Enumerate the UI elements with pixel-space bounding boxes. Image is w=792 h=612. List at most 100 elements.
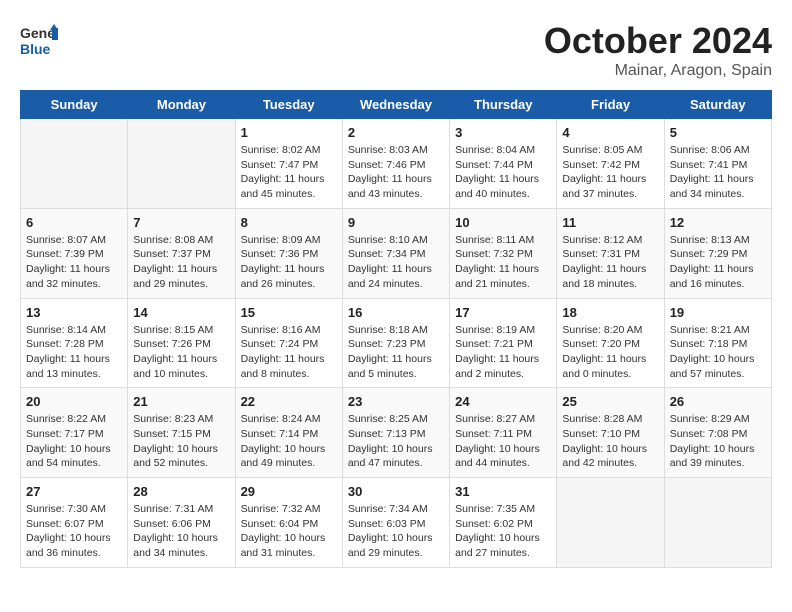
day-info: Sunrise: 8:23 AM Sunset: 7:15 PM Dayligh… <box>133 412 229 471</box>
day-info: Sunrise: 8:03 AM Sunset: 7:46 PM Dayligh… <box>348 143 444 202</box>
calendar-cell: 24 Sunrise: 8:27 AM Sunset: 7:11 PM Dayl… <box>450 388 557 478</box>
calendar-cell: 12 Sunrise: 8:13 AM Sunset: 7:29 PM Dayl… <box>664 208 771 298</box>
day-number: 14 <box>133 305 229 320</box>
day-info: Sunrise: 8:10 AM Sunset: 7:34 PM Dayligh… <box>348 233 444 292</box>
day-number: 18 <box>562 305 658 320</box>
day-info: Sunrise: 7:35 AM Sunset: 6:02 PM Dayligh… <box>455 502 551 561</box>
day-number: 1 <box>241 125 337 140</box>
day-number: 19 <box>670 305 766 320</box>
calendar-cell: 2 Sunrise: 8:03 AM Sunset: 7:46 PM Dayli… <box>342 119 449 209</box>
day-number: 24 <box>455 394 551 409</box>
calendar-cell: 23 Sunrise: 8:25 AM Sunset: 7:13 PM Dayl… <box>342 388 449 478</box>
day-info: Sunrise: 8:04 AM Sunset: 7:44 PM Dayligh… <box>455 143 551 202</box>
day-info: Sunrise: 7:30 AM Sunset: 6:07 PM Dayligh… <box>26 502 122 561</box>
calendar-cell: 16 Sunrise: 8:18 AM Sunset: 7:23 PM Dayl… <box>342 298 449 388</box>
calendar-cell: 26 Sunrise: 8:29 AM Sunset: 7:08 PM Dayl… <box>664 388 771 478</box>
calendar-cell: 18 Sunrise: 8:20 AM Sunset: 7:20 PM Dayl… <box>557 298 664 388</box>
calendar-week-4: 20 Sunrise: 8:22 AM Sunset: 7:17 PM Dayl… <box>21 388 772 478</box>
svg-text:Blue: Blue <box>20 41 51 57</box>
weekday-header-row: SundayMondayTuesdayWednesdayThursdayFrid… <box>21 91 772 119</box>
day-number: 25 <box>562 394 658 409</box>
page-header: General Blue October 2024 Mainar, Aragon… <box>20 20 772 80</box>
calendar-cell: 14 Sunrise: 8:15 AM Sunset: 7:26 PM Dayl… <box>128 298 235 388</box>
day-number: 21 <box>133 394 229 409</box>
day-number: 10 <box>455 215 551 230</box>
weekday-header-saturday: Saturday <box>664 91 771 119</box>
day-number: 11 <box>562 215 658 230</box>
calendar-cell: 1 Sunrise: 8:02 AM Sunset: 7:47 PM Dayli… <box>235 119 342 209</box>
calendar-cell <box>664 478 771 568</box>
day-number: 12 <box>670 215 766 230</box>
day-number: 6 <box>26 215 122 230</box>
day-number: 7 <box>133 215 229 230</box>
day-info: Sunrise: 8:11 AM Sunset: 7:32 PM Dayligh… <box>455 233 551 292</box>
day-number: 29 <box>241 484 337 499</box>
day-info: Sunrise: 8:12 AM Sunset: 7:31 PM Dayligh… <box>562 233 658 292</box>
day-number: 5 <box>670 125 766 140</box>
calendar-cell: 27 Sunrise: 7:30 AM Sunset: 6:07 PM Dayl… <box>21 478 128 568</box>
day-number: 26 <box>670 394 766 409</box>
calendar-body: 1 Sunrise: 8:02 AM Sunset: 7:47 PM Dayli… <box>21 119 772 568</box>
day-info: Sunrise: 8:15 AM Sunset: 7:26 PM Dayligh… <box>133 323 229 382</box>
logo: General Blue <box>20 20 58 67</box>
day-info: Sunrise: 8:06 AM Sunset: 7:41 PM Dayligh… <box>670 143 766 202</box>
day-info: Sunrise: 8:13 AM Sunset: 7:29 PM Dayligh… <box>670 233 766 292</box>
logo-icon: General Blue <box>20 20 58 62</box>
day-number: 4 <box>562 125 658 140</box>
calendar-cell: 13 Sunrise: 8:14 AM Sunset: 7:28 PM Dayl… <box>21 298 128 388</box>
calendar-cell: 20 Sunrise: 8:22 AM Sunset: 7:17 PM Dayl… <box>21 388 128 478</box>
day-number: 15 <box>241 305 337 320</box>
calendar-cell: 3 Sunrise: 8:04 AM Sunset: 7:44 PM Dayli… <box>450 119 557 209</box>
calendar-cell: 30 Sunrise: 7:34 AM Sunset: 6:03 PM Dayl… <box>342 478 449 568</box>
calendar-cell: 28 Sunrise: 7:31 AM Sunset: 6:06 PM Dayl… <box>128 478 235 568</box>
calendar-cell: 22 Sunrise: 8:24 AM Sunset: 7:14 PM Dayl… <box>235 388 342 478</box>
calendar-cell: 9 Sunrise: 8:10 AM Sunset: 7:34 PM Dayli… <box>342 208 449 298</box>
day-info: Sunrise: 8:24 AM Sunset: 7:14 PM Dayligh… <box>241 412 337 471</box>
calendar-cell: 4 Sunrise: 8:05 AM Sunset: 7:42 PM Dayli… <box>557 119 664 209</box>
day-info: Sunrise: 8:27 AM Sunset: 7:11 PM Dayligh… <box>455 412 551 471</box>
day-info: Sunrise: 8:08 AM Sunset: 7:37 PM Dayligh… <box>133 233 229 292</box>
day-info: Sunrise: 8:18 AM Sunset: 7:23 PM Dayligh… <box>348 323 444 382</box>
location-subtitle: Mainar, Aragon, Spain <box>544 62 772 80</box>
weekday-header-thursday: Thursday <box>450 91 557 119</box>
calendar-cell <box>21 119 128 209</box>
day-info: Sunrise: 8:05 AM Sunset: 7:42 PM Dayligh… <box>562 143 658 202</box>
day-info: Sunrise: 8:14 AM Sunset: 7:28 PM Dayligh… <box>26 323 122 382</box>
day-info: Sunrise: 8:20 AM Sunset: 7:20 PM Dayligh… <box>562 323 658 382</box>
month-year-title: October 2024 <box>544 20 772 62</box>
day-info: Sunrise: 8:19 AM Sunset: 7:21 PM Dayligh… <box>455 323 551 382</box>
weekday-header-wednesday: Wednesday <box>342 91 449 119</box>
title-block: October 2024 Mainar, Aragon, Spain <box>544 20 772 80</box>
calendar-week-5: 27 Sunrise: 7:30 AM Sunset: 6:07 PM Dayl… <box>21 478 772 568</box>
day-info: Sunrise: 8:29 AM Sunset: 7:08 PM Dayligh… <box>670 412 766 471</box>
calendar-cell: 10 Sunrise: 8:11 AM Sunset: 7:32 PM Dayl… <box>450 208 557 298</box>
day-info: Sunrise: 7:34 AM Sunset: 6:03 PM Dayligh… <box>348 502 444 561</box>
day-number: 20 <box>26 394 122 409</box>
day-number: 27 <box>26 484 122 499</box>
day-number: 13 <box>26 305 122 320</box>
day-info: Sunrise: 8:22 AM Sunset: 7:17 PM Dayligh… <box>26 412 122 471</box>
weekday-header-monday: Monday <box>128 91 235 119</box>
day-info: Sunrise: 8:07 AM Sunset: 7:39 PM Dayligh… <box>26 233 122 292</box>
calendar-cell: 25 Sunrise: 8:28 AM Sunset: 7:10 PM Dayl… <box>557 388 664 478</box>
calendar-cell: 31 Sunrise: 7:35 AM Sunset: 6:02 PM Dayl… <box>450 478 557 568</box>
weekday-header-sunday: Sunday <box>21 91 128 119</box>
day-info: Sunrise: 8:28 AM Sunset: 7:10 PM Dayligh… <box>562 412 658 471</box>
day-number: 22 <box>241 394 337 409</box>
day-number: 28 <box>133 484 229 499</box>
calendar-cell: 8 Sunrise: 8:09 AM Sunset: 7:36 PM Dayli… <box>235 208 342 298</box>
calendar-table: SundayMondayTuesdayWednesdayThursdayFrid… <box>20 90 772 568</box>
day-info: Sunrise: 7:31 AM Sunset: 6:06 PM Dayligh… <box>133 502 229 561</box>
day-number: 16 <box>348 305 444 320</box>
day-info: Sunrise: 8:25 AM Sunset: 7:13 PM Dayligh… <box>348 412 444 471</box>
calendar-cell <box>557 478 664 568</box>
calendar-cell: 15 Sunrise: 8:16 AM Sunset: 7:24 PM Dayl… <box>235 298 342 388</box>
day-number: 17 <box>455 305 551 320</box>
day-number: 31 <box>455 484 551 499</box>
day-number: 9 <box>348 215 444 230</box>
day-info: Sunrise: 8:21 AM Sunset: 7:18 PM Dayligh… <box>670 323 766 382</box>
calendar-cell: 29 Sunrise: 7:32 AM Sunset: 6:04 PM Dayl… <box>235 478 342 568</box>
calendar-week-3: 13 Sunrise: 8:14 AM Sunset: 7:28 PM Dayl… <box>21 298 772 388</box>
calendar-cell: 5 Sunrise: 8:06 AM Sunset: 7:41 PM Dayli… <box>664 119 771 209</box>
day-info: Sunrise: 7:32 AM Sunset: 6:04 PM Dayligh… <box>241 502 337 561</box>
